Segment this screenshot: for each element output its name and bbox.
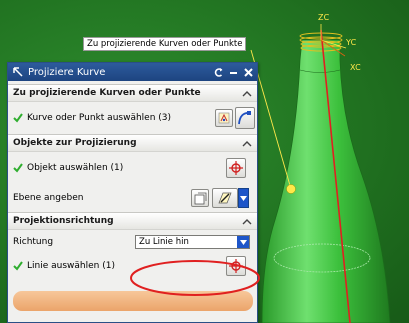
annotation-ring: [130, 260, 260, 296]
annotation-overlay: [130, 260, 260, 296]
